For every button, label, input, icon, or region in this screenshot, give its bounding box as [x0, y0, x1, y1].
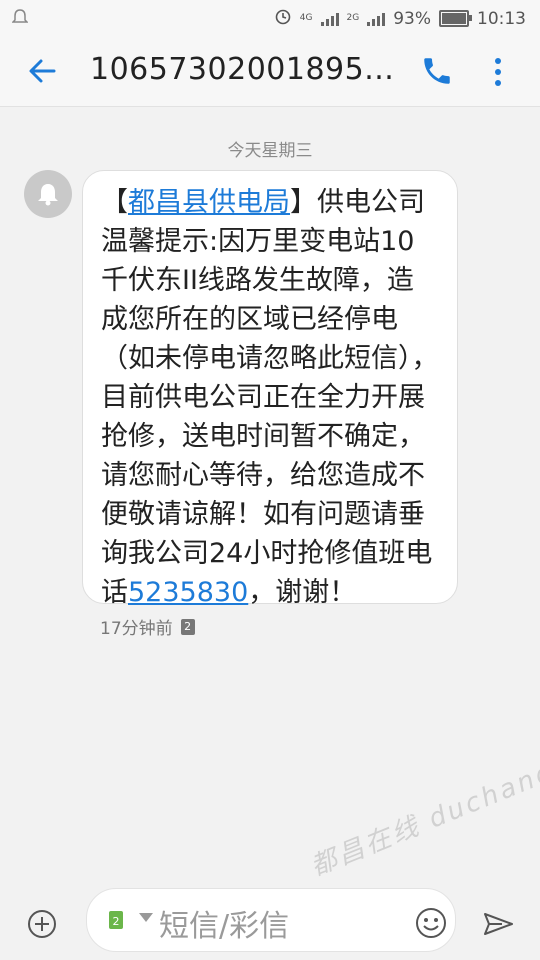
send-icon[interactable] — [480, 906, 516, 942]
emoji-icon[interactable] — [414, 906, 448, 940]
phone-icon[interactable] — [420, 54, 454, 88]
back-arrow-icon[interactable] — [26, 54, 60, 88]
status-bar: 4G 2G 93% 10:13 — [0, 0, 540, 36]
bell-icon — [38, 184, 58, 206]
sim-card-icon: 2 — [180, 618, 195, 635]
sim-select-icon[interactable]: 2 — [105, 905, 127, 933]
battery-percent: 93% — [393, 8, 431, 29]
sender-link[interactable]: 都昌县供电局 — [128, 187, 290, 218]
plus-circle-icon[interactable] — [26, 908, 58, 940]
date-separator: 今天星期三 — [227, 141, 313, 161]
message-time: 17分钟前 — [100, 619, 173, 639]
contact-number-title: 10657302001895... — [90, 52, 395, 87]
notification-bell-icon — [11, 8, 29, 30]
clock: 10:13 — [477, 8, 526, 29]
message-placeholder: 短信/彩信 — [159, 909, 290, 944]
watermark: 都昌在线 duchang.cc — [306, 739, 540, 883]
message-text: 【都昌县供电局】供电公司温馨提示:因万里变电站10千伏东II线路发生故障，造成您… — [101, 183, 439, 612]
bracket-open: 【 — [101, 187, 128, 218]
status-icons: 4G 2G 93% 10:13 — [274, 7, 526, 30]
composer-bar: 2 短信/彩信 — [0, 880, 540, 960]
alarm-icon — [274, 7, 292, 30]
message-meta: 17分钟前 2 — [100, 614, 195, 639]
message-ending: ，谢谢！ — [248, 577, 357, 608]
more-vert-icon[interactable] — [488, 52, 508, 92]
battery-fill — [442, 13, 467, 24]
battery-icon — [439, 10, 472, 27]
chevron-down-icon[interactable] — [139, 913, 153, 922]
conversation-header: 10657302001895... — [0, 36, 540, 107]
phone-number-link[interactable]: 5235830 — [128, 577, 248, 608]
message-body: 】供电公司温馨提示:因万里变电站10千伏东II线路发生故障，造成您所在的区域已经… — [101, 187, 439, 608]
signal-1-icon — [320, 12, 339, 26]
sim-badge-label: 2 — [113, 915, 120, 928]
contact-avatar[interactable] — [24, 170, 72, 218]
signal-2-icon — [367, 12, 386, 26]
network-2g-label: 2G — [346, 13, 360, 23]
message-bubble[interactable]: 【都昌县供电局】供电公司温馨提示:因万里变电站10千伏东II线路发生故障，造成您… — [82, 170, 458, 608]
network-4g-label: 4G — [299, 13, 313, 23]
message-input[interactable]: 2 短信/彩信 — [86, 888, 456, 952]
